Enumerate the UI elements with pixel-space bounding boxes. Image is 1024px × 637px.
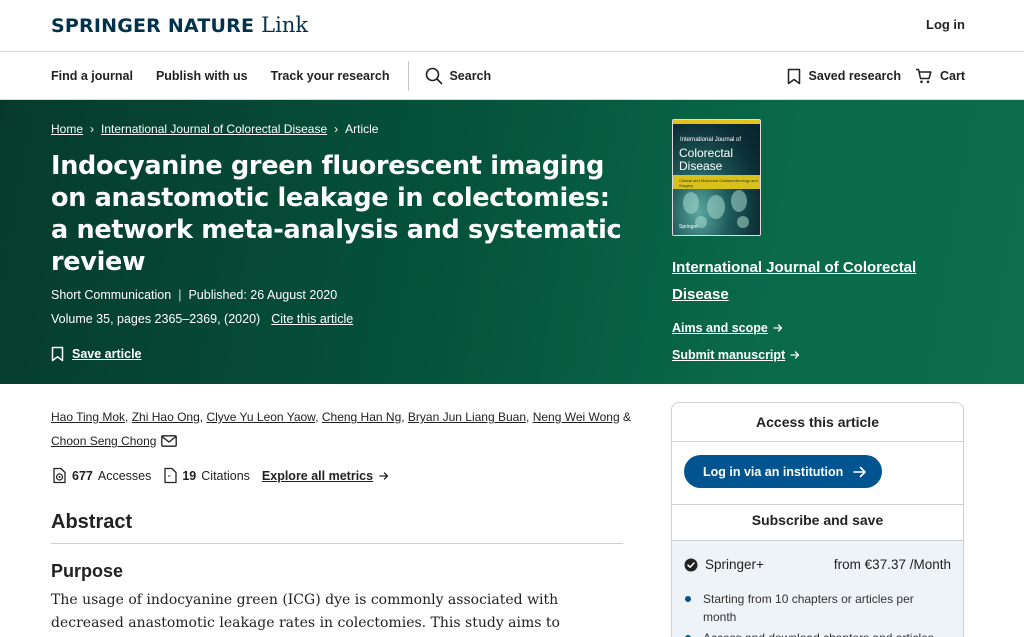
author-link[interactable]: Bryan Jun Liang Buan: [408, 410, 526, 424]
article-meta-type: Short Communication | Published: 26 Augu…: [51, 288, 337, 302]
volume-pages: Volume 35, pages 2365–2369, (2020): [51, 312, 261, 326]
cart-icon: [915, 68, 932, 84]
arrow-right-icon: [379, 471, 389, 480]
mail-icon[interactable]: [161, 435, 178, 447]
article-type: Short Communication: [51, 288, 172, 302]
meta-separator: |: [178, 288, 182, 302]
bookmark-icon: [787, 68, 800, 84]
cover-big-line2: Disease: [679, 159, 723, 173]
accesses-label: Accesses: [97, 468, 152, 483]
bookmark-icon: [51, 346, 64, 362]
arrow-right-icon: [853, 466, 867, 477]
author-link[interactable]: Neng Wei Wong: [533, 410, 620, 424]
submit-manuscript-label: Submit manuscript: [672, 348, 786, 362]
chevron-right-icon: ›: [90, 122, 95, 136]
saved-research-label: Saved research: [808, 69, 901, 83]
plan-price: from €37.37 /Month: [833, 557, 951, 572]
abstract-divider: [51, 543, 623, 544]
article-title: Indocyanine green fluorescent imaging on…: [51, 151, 622, 277]
check-circle-icon: [684, 558, 698, 571]
nav-track-research[interactable]: Track your research: [271, 69, 390, 83]
accesses-metric: 677 Accesses: [51, 467, 151, 484]
cart-button[interactable]: Cart: [915, 68, 965, 84]
save-article-button[interactable]: Save article: [51, 346, 142, 362]
citations-label: Citations: [201, 468, 250, 483]
author-list: Hao Ting Mok, Zhi Hao Ong, Clyve Yu Leon…: [51, 410, 631, 448]
login-link[interactable]: Log in: [926, 17, 965, 32]
nav-search-button[interactable]: Search: [425, 67, 491, 85]
cover-band: Clinical and Molecular Gastroenterology …: [673, 175, 760, 189]
nav-bar: Find a journal Publish with us Track you…: [0, 52, 1024, 100]
springer-nature-link-logo[interactable]: SPRINGER NATURE Link: [51, 13, 308, 37]
logo-sub-text: Link: [261, 13, 309, 37]
nav-divider: [408, 61, 410, 91]
aims-scope-label: Aims and scope: [672, 321, 768, 335]
cart-label: Cart: [939, 69, 965, 83]
breadcrumb: Home › International Journal of Colorect…: [51, 122, 378, 136]
journal-name-link[interactable]: International Journal of Colorectal Dise…: [672, 254, 942, 308]
plan-benefit: Access and download chapters and article…: [684, 629, 949, 637]
saved-research-button[interactable]: Saved research: [787, 68, 901, 85]
access-heading: Access this article: [756, 414, 879, 430]
plan-benefit: Starting from 10 chapters or articles pe…: [684, 590, 949, 626]
institution-login-label: Log in via an institution: [703, 464, 844, 479]
logo-main-text: SPRINGER NATURE: [51, 15, 255, 37]
svg-text:“: “: [168, 474, 172, 482]
nav-publish-with-us[interactable]: Publish with us: [156, 69, 248, 83]
citations-metric: “ 19 Citations: [163, 467, 250, 484]
cite-article-link[interactable]: Cite this article: [271, 312, 353, 326]
arrow-right-icon: [773, 324, 783, 332]
institution-login-button[interactable]: Log in via an institution: [684, 455, 882, 488]
search-icon: [426, 67, 443, 85]
plan-name: Springer+: [705, 557, 764, 572]
accesses-count: 677: [72, 468, 93, 483]
cover-publisher: Springer: [679, 224, 698, 230]
abstract-heading: Abstract: [51, 511, 133, 533]
published-date: Published: 26 August 2020: [188, 288, 338, 302]
access-divider: [672, 504, 963, 505]
breadcrumb-home[interactable]: Home: [51, 122, 83, 136]
purpose-paragraph: The usage of indocyanine green (ICG) dye…: [51, 592, 560, 631]
cover-bubble: [707, 195, 725, 219]
access-divider: [672, 441, 963, 442]
save-article-label: Save article: [72, 347, 142, 361]
submit-manuscript-link[interactable]: Submit manuscript: [672, 348, 800, 362]
article-hero: Home › International Journal of Colorect…: [0, 100, 1024, 384]
cover-bubble: [731, 190, 747, 212]
author-ampersand: &: [622, 410, 631, 424]
citations-count: 19: [182, 468, 197, 483]
download-stats-icon: [53, 467, 66, 484]
breadcrumb-journal[interactable]: International Journal of Colorectal Dise…: [101, 122, 327, 136]
author-link[interactable]: Choon Seng Chong: [51, 434, 156, 448]
author-link[interactable]: Clyve Yu Leon Yaow: [206, 410, 315, 424]
breadcrumb-current: Article: [345, 122, 379, 136]
explore-metrics-link[interactable]: Explore all metrics: [262, 469, 393, 483]
cover-small-title: International Journal of: [680, 137, 742, 143]
arrow-right-icon: [790, 351, 800, 359]
cover-band-text: Clinical and Molecular Gastroenterology …: [679, 178, 758, 188]
article-metrics: 677 Accesses “ 19 Citations Explore all …: [51, 467, 405, 484]
author-link[interactable]: Hao Ting Mok: [51, 410, 125, 424]
journal-cover-image[interactable]: International Journal of Colorectal Dise…: [672, 119, 761, 236]
subscription-option[interactable]: Springer+ from €37.37 /Month Starting fr…: [672, 540, 963, 637]
purpose-heading: Purpose: [51, 561, 124, 581]
citation-icon: “: [164, 467, 178, 484]
access-article-panel: Access this article Log in via an instit…: [671, 402, 964, 637]
author-link[interactable]: Zhi Hao Ong: [132, 410, 200, 424]
author-link[interactable]: Cheng Han Ng: [322, 410, 401, 424]
cover-bubble: [737, 216, 749, 228]
aims-scope-link[interactable]: Aims and scope: [672, 321, 783, 335]
nav-search-label: Search: [449, 69, 492, 83]
cover-bubble: [683, 192, 699, 214]
chevron-right-icon: ›: [334, 122, 339, 136]
nav-find-journal[interactable]: Find a journal: [51, 69, 133, 83]
plan-name-row: Springer+: [684, 557, 764, 572]
explore-metrics-label: Explore all metrics: [261, 468, 374, 483]
cover-big-title: Colorectal Disease: [679, 147, 733, 173]
cover-top-stripe: [673, 120, 760, 124]
subscribe-heading: Subscribe and save: [751, 512, 884, 528]
top-bar: SPRINGER NATURE Link Log in: [0, 0, 1024, 52]
article-meta-volume: Volume 35, pages 2365–2369, (2020) Cite …: [51, 312, 353, 326]
